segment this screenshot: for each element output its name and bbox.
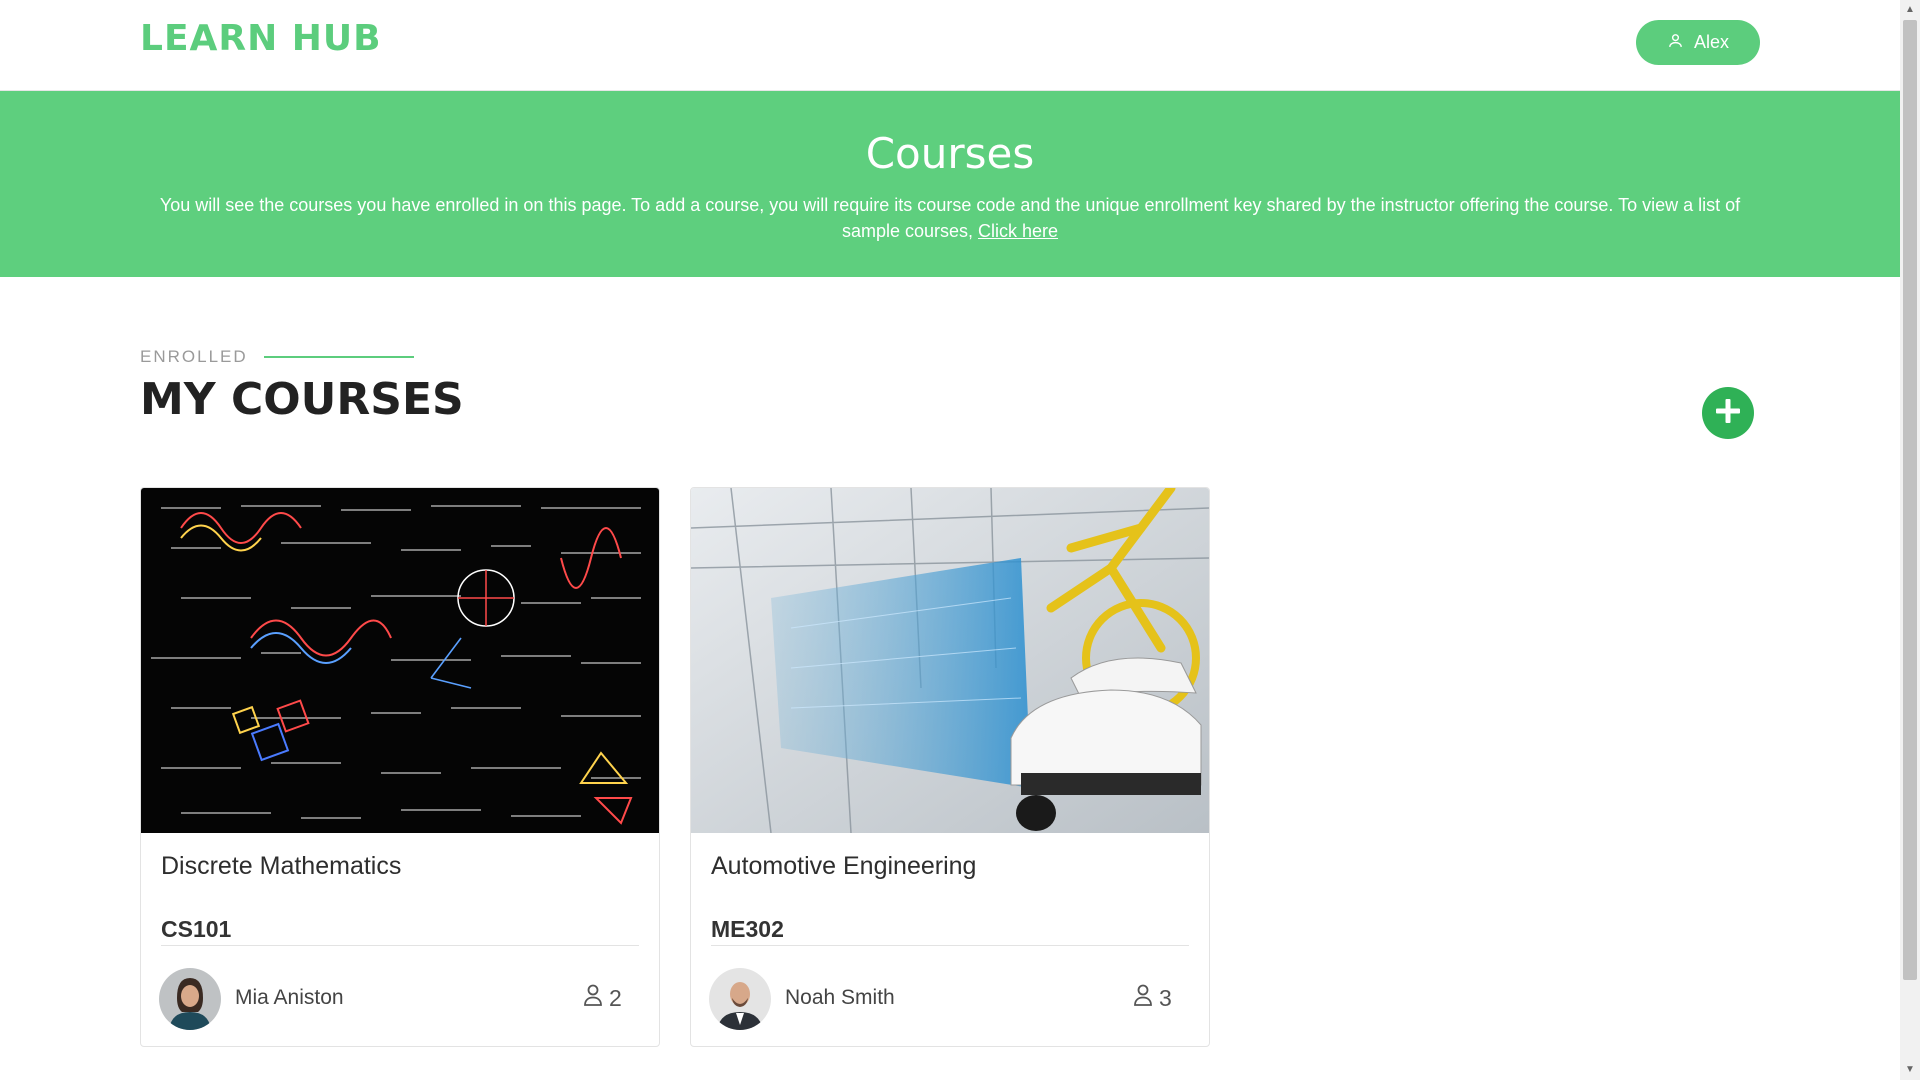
sample-courses-link[interactable]: Click here: [978, 221, 1058, 241]
instructor-avatar: [709, 968, 771, 1030]
card-divider: [711, 945, 1189, 946]
user-icon: [583, 984, 603, 1012]
hero-description-text: You will see the courses you have enroll…: [159, 195, 1741, 241]
course-title: Discrete Mathematics: [161, 852, 402, 880]
section-title: MY COURSES: [140, 374, 464, 425]
user-icon: [1133, 984, 1153, 1012]
scroll-up-arrow-icon[interactable]: ▲: [1905, 4, 1915, 15]
page-title: Courses: [865, 129, 1035, 178]
course-code: CS101: [161, 916, 232, 942]
vertical-scrollbar[interactable]: ▲ ▼: [1900, 0, 1920, 1080]
course-thumbnail-math-chalkboard: [141, 488, 659, 833]
course-card[interactable]: Automotive Engineering ME302 Noah Smith …: [690, 487, 1210, 1047]
student-count: 3: [1133, 984, 1172, 1012]
instructor-name: Mia Aniston: [235, 986, 344, 1009]
scrollbar-thumb[interactable]: [1903, 20, 1917, 980]
hero-description: You will see the courses you have enroll…: [140, 192, 1760, 244]
logo[interactable]: LEARN HUB: [140, 18, 382, 59]
student-count-value: 3: [1159, 984, 1172, 1011]
instructor-name: Noah Smith: [785, 986, 895, 1009]
hero-banner: Courses You will see the courses you hav…: [0, 91, 1900, 277]
course-code: ME302: [711, 916, 784, 942]
instructor-avatar: [159, 968, 221, 1030]
course-card[interactable]: Discrete Mathematics CS101 Mia Aniston 2: [140, 487, 660, 1047]
section-eyebrow: ENROLLED: [140, 347, 414, 367]
scroll-down-arrow-icon[interactable]: ▼: [1905, 1064, 1915, 1075]
plus-icon: [1713, 396, 1743, 431]
user-name: Alex: [1693, 32, 1729, 52]
course-thumbnail-automotive: [691, 488, 1209, 833]
user-icon: [1667, 32, 1684, 54]
top-navbar: LEARN HUB Alex: [0, 0, 1900, 91]
student-count-value: 2: [609, 984, 622, 1011]
section-eyebrow-label: ENROLLED: [140, 347, 248, 366]
add-course-button[interactable]: [1702, 387, 1754, 439]
user-menu-button[interactable]: Alex: [1636, 20, 1760, 65]
card-divider: [161, 945, 639, 946]
course-title: Automotive Engineering: [711, 852, 977, 880]
student-count: 2: [583, 984, 622, 1012]
eyebrow-divider: [263, 356, 414, 358]
